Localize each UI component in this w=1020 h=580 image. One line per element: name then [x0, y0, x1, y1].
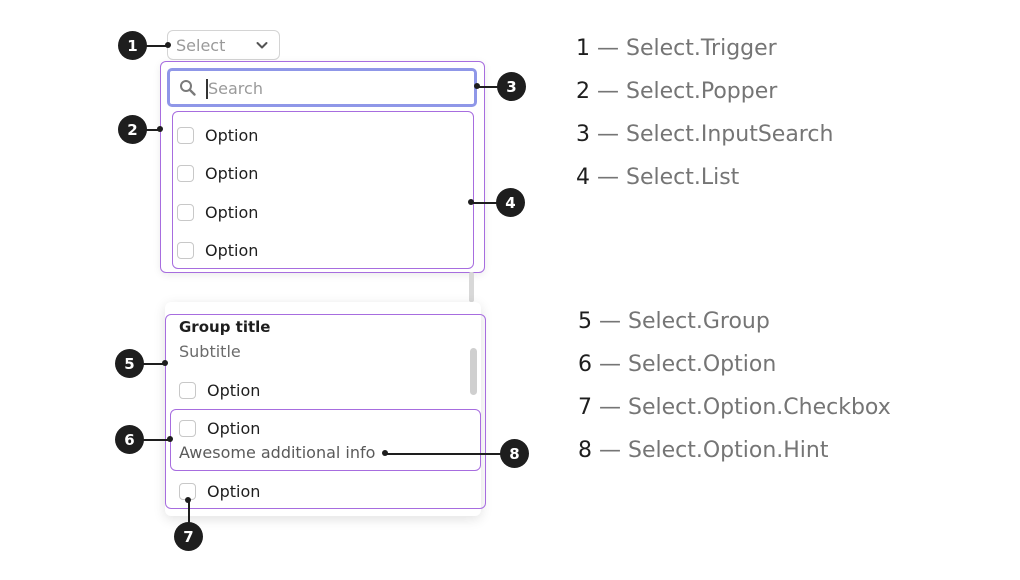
list-item[interactable]: Option — [177, 241, 258, 260]
search-input[interactable]: Search — [167, 68, 477, 107]
legend-label: — Select.Popper — [590, 79, 778, 104]
callout-dot — [382, 450, 388, 456]
legend-label: — Select.Group — [592, 309, 770, 334]
callout-dot — [165, 42, 171, 48]
callout-dot — [474, 83, 480, 89]
list-item[interactable]: Option — [177, 164, 258, 183]
search-placeholder: Search — [208, 79, 263, 98]
trigger-placeholder: Select — [176, 35, 226, 55]
legend-number: 6 — [578, 352, 592, 377]
list-item[interactable]: Option — [179, 419, 260, 438]
list-item[interactable]: Option — [177, 203, 258, 222]
callout-badge: 1 — [118, 31, 147, 60]
list-item[interactable]: Option — [179, 482, 260, 501]
legend-number: 7 — [578, 395, 592, 420]
option-hint: Awesome additional info — [179, 443, 376, 462]
scrollbar[interactable] — [469, 272, 474, 302]
callout-badge: 5 — [115, 349, 144, 378]
legend-label: — Select.InputSearch — [590, 122, 834, 147]
option-checkbox[interactable] — [179, 420, 196, 437]
scrollbar-thumb[interactable] — [470, 348, 477, 395]
callout-badge: 3 — [497, 72, 526, 101]
callout-dot — [162, 360, 168, 366]
option-label: Option — [207, 419, 261, 438]
legend-item: 2 — Select.Popper — [576, 79, 777, 104]
callout-badge: 2 — [118, 115, 147, 144]
option-label: Option — [205, 126, 259, 145]
callout-line — [188, 500, 190, 523]
legend-number: 1 — [576, 36, 590, 61]
callout-badge: 7 — [174, 522, 203, 551]
legend-label: — Select.Option — [592, 352, 777, 377]
callout-line — [385, 453, 501, 455]
callout-dot — [167, 436, 173, 442]
option-label: Option — [207, 381, 261, 400]
legend-item: 4 — Select.List — [576, 165, 739, 190]
option-checkbox[interactable] — [177, 242, 194, 259]
option-checkbox[interactable] — [177, 127, 194, 144]
search-icon — [180, 80, 196, 96]
legend-label: — Select.Option.Hint — [592, 438, 829, 463]
option-label: Option — [207, 482, 261, 501]
option-checkbox[interactable] — [177, 204, 194, 221]
list-item[interactable]: Option — [179, 381, 260, 400]
legend-item: 5 — Select.Group — [578, 309, 770, 334]
option-checkbox[interactable] — [179, 382, 196, 399]
callout-badge: 8 — [500, 439, 529, 468]
callout-dot — [157, 126, 163, 132]
callout-dot — [185, 497, 191, 503]
legend-label: — Select.List — [590, 165, 740, 190]
callout-dot — [468, 199, 474, 205]
legend-number: 5 — [578, 309, 592, 334]
legend-item: 3 — Select.InputSearch — [576, 122, 833, 147]
option-label: Option — [205, 241, 259, 260]
legend-label: — Select.Trigger — [590, 36, 777, 61]
list-item[interactable]: Option — [177, 126, 258, 145]
legend-number: 2 — [576, 79, 590, 104]
legend-item: 8 — Select.Option.Hint — [578, 438, 829, 463]
callout-badge: 6 — [115, 425, 144, 454]
callout-line — [471, 202, 497, 204]
legend-item: 6 — Select.Option — [578, 352, 776, 377]
legend-item: 7 — Select.Option.Checkbox — [578, 395, 891, 420]
option-label: Option — [205, 203, 259, 222]
select-trigger[interactable]: Select — [167, 30, 280, 60]
legend-number: 3 — [576, 122, 590, 147]
legend-item: 1 — Select.Trigger — [576, 36, 777, 61]
legend-number: 8 — [578, 438, 592, 463]
option-label: Option — [205, 164, 259, 183]
group-subtitle: Subtitle — [179, 342, 241, 361]
legend-label: — Select.Option.Checkbox — [592, 395, 891, 420]
group-title: Group title — [179, 318, 271, 336]
callout-badge: 4 — [496, 188, 525, 217]
chevron-down-icon — [256, 42, 268, 49]
option-checkbox[interactable] — [177, 165, 194, 182]
legend-number: 4 — [576, 165, 590, 190]
